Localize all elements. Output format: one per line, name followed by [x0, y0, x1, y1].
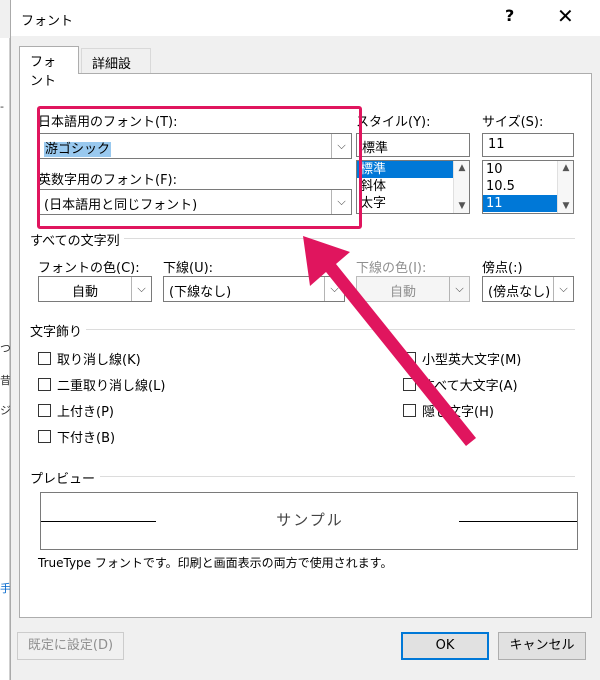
tab-font[interactable]: フォント	[19, 46, 79, 89]
arrow-annotation	[303, 236, 476, 446]
